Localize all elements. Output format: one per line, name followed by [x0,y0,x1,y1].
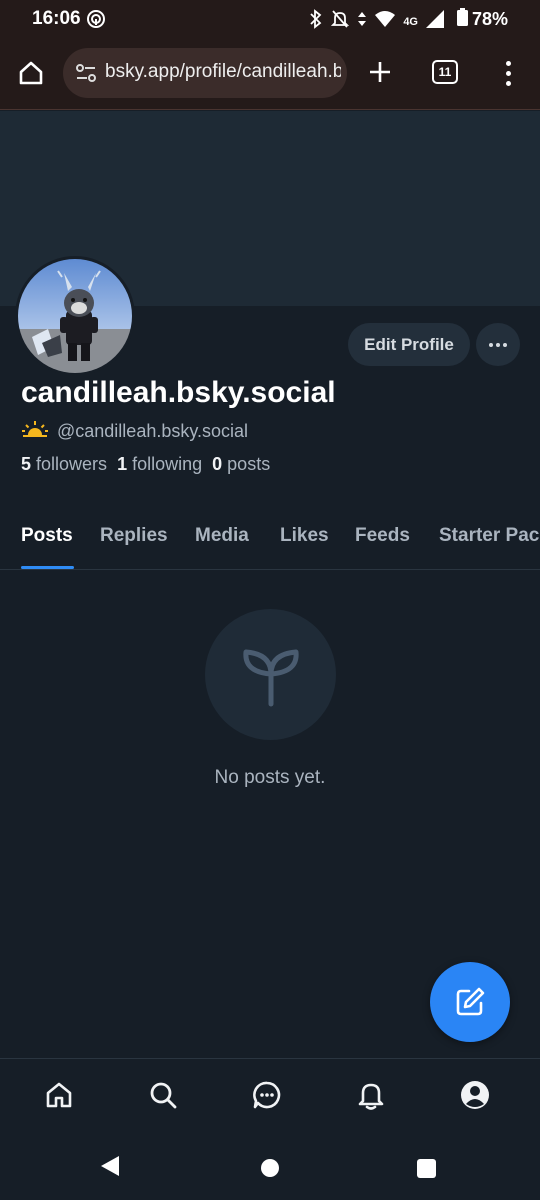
battery-icon [456,8,468,31]
bluetooth-icon [309,9,323,34]
following-count: 1 [117,454,128,474]
status-bar: 16:06 4G 78% [0,0,540,38]
following-label: following [132,454,203,474]
status-time: 16:06 [32,8,81,29]
dot [503,342,507,347]
edit-profile-button[interactable]: Edit Profile [348,323,470,366]
dot [505,70,511,76]
browser-menu-button[interactable] [496,56,520,90]
sunrise-icon [21,419,49,444]
chat-icon [253,1081,281,1109]
profile-more-button[interactable] [476,323,520,366]
followers-label: followers [36,454,108,474]
notifications-icon [358,1083,384,1110]
nav-search[interactable] [143,1075,183,1115]
tab-switcher-button[interactable]: 11 [432,60,458,84]
search-icon [150,1082,177,1109]
compose-post-button[interactable] [430,962,510,1042]
dot [496,342,500,347]
address-bar[interactable]: bsky.app/profile/candilleah.bsky.social [63,48,347,98]
nav-home[interactable] [39,1075,79,1115]
avatar[interactable] [15,256,135,376]
status-icons: 4G [309,9,444,34]
profile-tabs: Posts Replies Media Likes Feeds Starter … [0,510,540,570]
url-text: bsky.app/profile/candilleah.bsky.social [105,61,341,82]
browser-toolbar: bsky.app/profile/candilleah.bsky.social … [0,38,540,110]
posts-count: 0 [212,454,223,474]
battery-indicator: 78% [456,8,508,31]
network-type: 4G [403,15,418,28]
home-icon [19,61,43,85]
sprout-icon [242,649,299,706]
plus-icon [370,62,390,82]
data-arrows-icon [357,9,367,34]
wifi-icon [375,10,396,33]
dot [505,80,511,86]
system-home-icon[interactable] [261,1159,279,1177]
system-nav-bar [0,1132,540,1200]
signal-icon [426,10,444,33]
posts-stat: 0 posts [212,454,270,475]
compose-icon [456,987,485,1016]
site-settings-icon[interactable] [75,62,97,89]
followers-stat[interactable]: 5 followers [21,454,107,475]
tab-media[interactable]: Media [195,525,249,547]
empty-state-illustration [205,609,336,740]
followers-count: 5 [21,454,32,474]
handle-row: @candilleah.bsky.social [21,419,248,444]
nav-notifications[interactable] [351,1075,391,1115]
tab-posts[interactable]: Posts [21,525,73,547]
following-stat[interactable]: 1 following [117,454,202,475]
tab-starter-packs[interactable]: Starter Packs [439,525,540,547]
profile-stats: 5 followers 1 following 0 posts [21,454,270,475]
hotspot-icon [86,9,106,34]
tab-replies[interactable]: Replies [100,525,168,547]
empty-state-message: No posts yet. [214,767,326,788]
tab-feeds[interactable]: Feeds [355,525,410,547]
nav-profile[interactable] [455,1075,495,1115]
recents-icon[interactable] [417,1159,436,1178]
browser-home-button[interactable] [14,56,48,90]
display-name: candilleah.bsky.social [21,376,336,409]
dot [489,342,493,347]
profile-icon [461,1081,489,1109]
back-icon[interactable] [101,1156,119,1176]
posts-label: posts [227,454,271,474]
tab-likes[interactable]: Likes [280,525,329,547]
battery-percent: 78% [471,9,508,29]
active-tab-indicator [21,566,74,569]
bottom-nav [0,1058,540,1132]
home-icon [46,1082,72,1108]
handle-text: @candilleah.bsky.social [57,421,249,441]
new-tab-button[interactable] [362,54,398,90]
notifications-off-icon [331,9,350,34]
nav-chat[interactable] [247,1075,287,1115]
dot [505,60,511,66]
